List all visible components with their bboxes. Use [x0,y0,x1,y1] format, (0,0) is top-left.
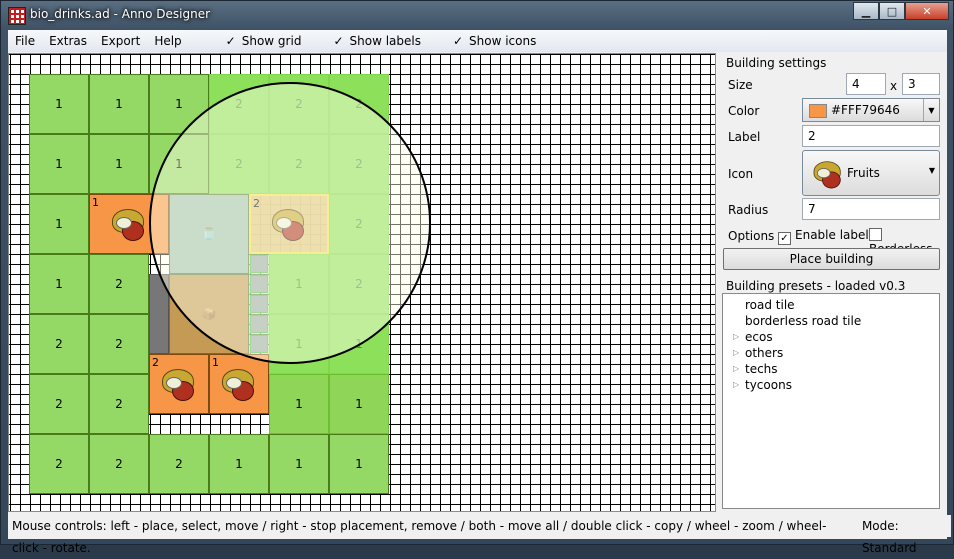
enable-label-checkbox[interactable]: ✓ Enable label [778,228,869,245]
building-tile[interactable]: 2 [29,374,89,434]
size-height-input[interactable]: 3 [902,73,940,95]
radius-label: Radius [728,203,769,217]
fruit-farm-building[interactable]: 1 [209,354,269,414]
building-tile[interactable]: 1 [269,434,329,494]
maximize-button[interactable]: □ [879,2,905,20]
building-label: 1 [92,196,99,209]
label-input[interactable]: 2 [802,125,940,147]
window-title: bio_drinks.ad - Anno Designer [30,7,211,21]
building-tile[interactable]: 1 [29,254,89,314]
mouse-controls-text: Mouse controls: left - place, select, mo… [12,519,827,555]
presets-tree[interactable]: road tile borderless road tile ▷ ecos ▷ ot… [722,293,940,509]
expand-icon[interactable]: ▷ [733,380,739,389]
menu-file[interactable]: File [8,30,42,52]
tree-item-road-tile[interactable]: road tile [745,298,795,312]
building-tile[interactable]: 1 [329,434,389,494]
place-building-button[interactable]: Place building [723,248,940,270]
client-area: File Extras Export Help ✓ Show grid ✓ Show… [8,30,951,555]
menu-export[interactable]: Export [94,30,147,52]
menu-show-grid[interactable]: ✓ Show grid [219,30,309,52]
checkmark-icon: ✓ [452,34,464,48]
menu-show-labels[interactable]: ✓ Show labels [326,30,428,52]
label-label: Label [728,130,761,144]
checkmark-icon: ✓ [333,34,344,48]
status-bar: Mouse controls: left - place, select, mo… [8,515,951,555]
building-tile[interactable]: 2 [89,374,149,434]
menu-show-icons[interactable]: ✓ Show icons [446,30,543,52]
icon-picker[interactable]: Fruits ▼ [802,150,940,196]
radius-circle [149,82,431,364]
icon-value: Fruits [847,166,880,180]
building-tile[interactable]: 1 [209,434,269,494]
menu-bar: File Extras Export Help ✓ Show grid ✓ Show… [8,30,947,52]
menu-help[interactable]: Help [147,30,188,52]
tree-item-techs[interactable]: ▷ techs [733,362,778,376]
fruits-icon [110,207,148,241]
menu-extras[interactable]: Extras [42,30,94,52]
presets-title: Building presets - loaded v0.3 [726,279,906,293]
design-canvas[interactable]: 11122211122212121222112211222111 🫙 📦 121… [8,53,716,512]
color-swatch [809,104,827,118]
show-grid-label: Show grid [241,34,302,48]
color-label: Color [728,104,760,118]
settings-panel: Building settings Size 4 x 3 Color #FFF7… [722,53,944,512]
building-label: 2 [152,356,159,369]
fruits-icon [812,160,844,189]
tree-item-ecos[interactable]: ▷ ecos [733,330,773,344]
fruits-icon [160,367,198,401]
radius-input[interactable]: 7 [802,198,940,220]
expand-icon[interactable]: ▷ [733,332,739,341]
minimize-button[interactable]: ▁ [853,2,879,20]
building-tile[interactable]: 2 [149,434,209,494]
building-tile[interactable]: 2 [89,314,149,374]
show-labels-label: Show labels [349,34,421,48]
title-bar: bio_drinks.ad - Anno Designer ▁ □ ✕ [1,1,953,29]
app-window: bio_drinks.ad - Anno Designer ▁ □ ✕ File… [0,0,954,555]
building-tile[interactable]: 2 [29,314,89,374]
checkbox-checked-icon: ✓ [778,232,791,245]
building-tile[interactable]: 2 [89,254,149,314]
building-tile[interactable]: 1 [329,374,389,434]
enable-label-text: Enable label [795,228,869,242]
building-tile[interactable]: 1 [269,374,329,434]
fruit-farm-building[interactable]: 2 [149,354,209,414]
building-tile[interactable]: 2 [29,434,89,494]
close-button[interactable]: ✕ [905,2,949,20]
building-tile[interactable]: 1 [29,74,89,134]
chevron-down-icon: ▼ [928,166,935,175]
size-label: Size [728,78,753,92]
building-tile[interactable]: 1 [29,134,89,194]
building-label: 1 [212,356,219,369]
size-width-input[interactable]: 4 [846,73,886,95]
checkbox-icon [869,228,882,241]
app-grid-icon [8,7,26,25]
show-icons-label: Show icons [469,34,537,48]
chevron-down-icon[interactable]: ▼ [923,99,939,121]
expand-icon[interactable]: ▷ [733,364,739,373]
size-separator: x [890,79,898,93]
tree-item-others[interactable]: ▷ others [733,346,784,360]
building-tile[interactable]: 2 [89,434,149,494]
tree-item-label: ecos [745,330,773,344]
color-picker[interactable]: #FFF79646 ▼ [802,98,940,122]
color-value: #FFF79646 [831,103,900,117]
tree-item-borderless-road-tile[interactable]: borderless road tile [745,314,861,328]
tree-item-tycoons[interactable]: ▷ tycoons [733,378,792,392]
building-tile[interactable]: 1 [89,134,149,194]
checkmark-icon: ✓ [225,34,236,48]
building-settings-title: Building settings [726,56,827,70]
building-tile[interactable]: 1 [89,74,149,134]
expand-icon[interactable]: ▷ [733,348,739,357]
tree-item-label: techs [745,362,778,376]
fruits-icon [220,367,258,401]
tree-item-label: others [745,346,784,360]
mode-text: Mode: Standard [861,519,917,555]
options-label: Options [728,229,775,243]
icon-label: Icon [728,167,754,181]
building-tile[interactable]: 1 [29,194,89,254]
tree-item-label: tycoons [745,378,792,392]
